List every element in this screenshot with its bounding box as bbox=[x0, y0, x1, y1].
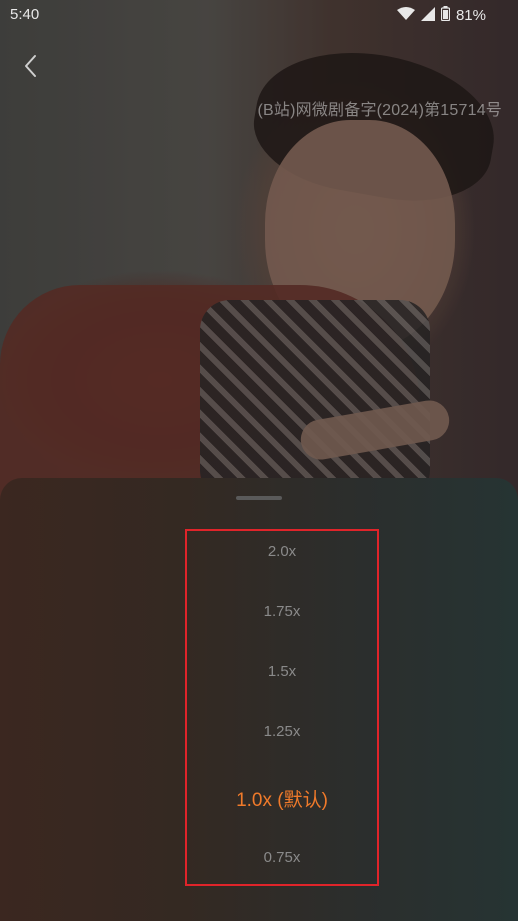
chevron-left-icon bbox=[25, 55, 36, 77]
signal-icon bbox=[420, 6, 435, 25]
battery-percent: 81% bbox=[455, 7, 486, 24]
status-bar: 5:40 81% bbox=[0, 0, 518, 30]
license-number: (B站)网微剧备字(2024)第15714号 bbox=[257, 102, 502, 119]
wifi-icon bbox=[396, 6, 415, 25]
sheet-drag-handle[interactable] bbox=[236, 496, 282, 500]
playback-speed-sheet: 2.0x 1.75x 1.5x 1.25x 1.0x (默认) 0.75x bbox=[0, 478, 518, 921]
speed-option-1-75x[interactable]: 1.75x bbox=[187, 603, 377, 620]
status-time: 5:40 bbox=[10, 6, 40, 23]
speed-option-1-0x-default[interactable]: 1.0x (默认) bbox=[187, 785, 377, 812]
status-icons: 81% bbox=[396, 6, 486, 25]
battery-icon bbox=[440, 6, 451, 25]
screen: 5:40 81% (B站)网微剧备字(2024)第15714号 2.0x 1.7… bbox=[0, 0, 518, 921]
speed-option-0-75x[interactable]: 0.75x bbox=[187, 849, 377, 866]
speed-option-1-25x[interactable]: 1.25x bbox=[187, 723, 377, 740]
video-dim-overlay bbox=[0, 0, 518, 500]
speed-options-list: 2.0x 1.75x 1.5x 1.25x 1.0x (默认) 0.75x bbox=[185, 529, 379, 886]
back-button[interactable] bbox=[14, 50, 46, 82]
video-player[interactable] bbox=[0, 0, 518, 500]
speed-option-1-5x[interactable]: 1.5x bbox=[187, 663, 377, 680]
speed-option-2-0x[interactable]: 2.0x bbox=[187, 543, 377, 560]
